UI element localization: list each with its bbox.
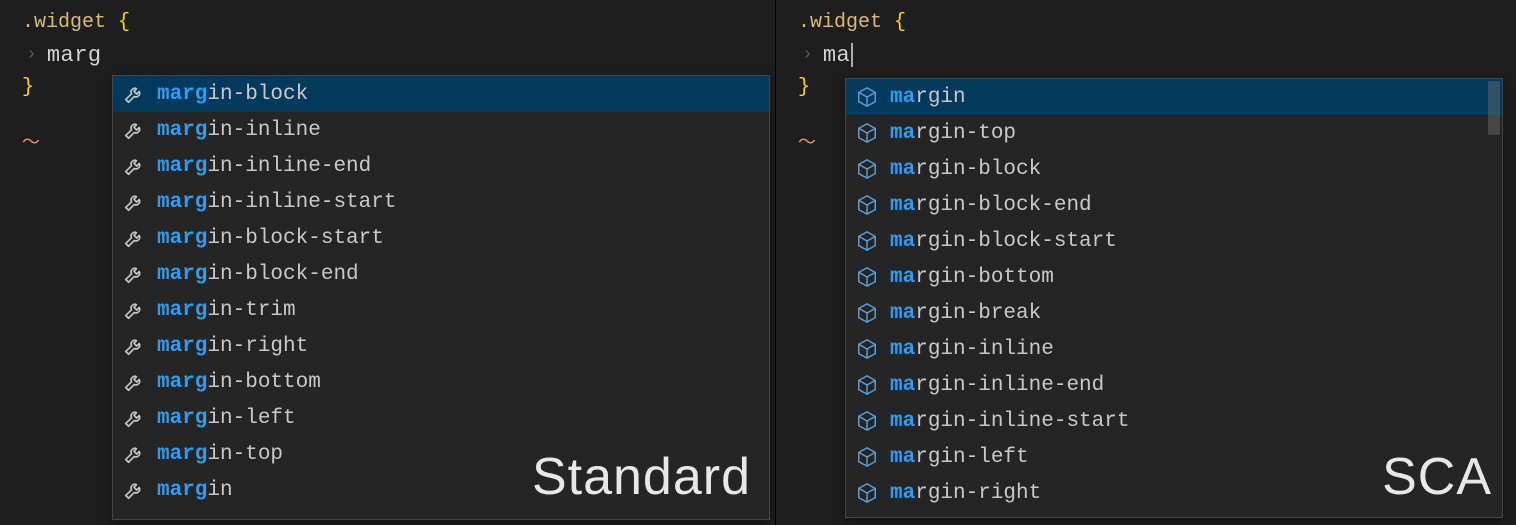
cube-icon (856, 410, 878, 432)
chevron-right-icon: › (26, 45, 37, 65)
cube-icon (856, 302, 878, 324)
suggestion-label: margin-block (157, 83, 308, 106)
suggestion-label: margin-block (890, 158, 1041, 181)
suggestion-label: margin (157, 479, 233, 502)
cube-icon (856, 230, 878, 252)
wrench-icon (123, 443, 145, 465)
cube-icon (856, 446, 878, 468)
wrench-icon (123, 299, 145, 321)
suggestion-label: margin-block-end (890, 194, 1092, 217)
suggestion-item[interactable]: margin-break (846, 295, 1502, 331)
wrench-icon (123, 119, 145, 141)
suggestion-label: margin-inline-end (157, 155, 371, 178)
wrench-icon (123, 155, 145, 177)
suggestion-label: margin-trim (157, 299, 296, 322)
suggestion-item[interactable]: margin-inline-end (846, 367, 1502, 403)
typed-text: marg (47, 43, 102, 68)
chevron-right-icon: › (802, 45, 813, 65)
suggestion-item[interactable]: margin-inline-start (846, 403, 1502, 439)
close-brace: } (22, 76, 34, 99)
suggestion-label: margin-left (157, 407, 296, 430)
suggestion-item[interactable]: margin-block (846, 151, 1502, 187)
suggestion-label: margin-inline (157, 119, 321, 142)
typed-input-row[interactable]: › marg (0, 38, 775, 72)
suggestion-label: margin-inline-start (890, 410, 1129, 433)
cube-icon (856, 374, 878, 396)
suggestion-label: margin-block-start (157, 227, 384, 250)
wrench-icon (123, 371, 145, 393)
suggestion-item[interactable]: margin-inline (113, 112, 769, 148)
css-selector: .widget (22, 11, 106, 34)
suggestion-label: margin-top (890, 122, 1016, 145)
suggestion-label: margin-top (157, 443, 283, 466)
suggestion-item[interactable]: margin-inline-start (113, 184, 769, 220)
suggestion-label: margin-block-start (890, 230, 1117, 253)
wrench-icon (123, 83, 145, 105)
code-line-1: .widget { (776, 6, 1516, 38)
suggestion-item[interactable]: margin-block (113, 76, 769, 112)
open-brace: { (106, 11, 130, 34)
cube-icon (856, 86, 878, 108)
wrench-icon (123, 407, 145, 429)
wrench-icon (123, 191, 145, 213)
suggestion-item[interactable]: margin (846, 79, 1502, 115)
suggestion-label: margin-bottom (157, 371, 321, 394)
cube-icon (856, 482, 878, 504)
suggestion-label: margin-right (157, 335, 308, 358)
pane-standard: .widget { › marg } 〜 margin-block margin-… (0, 0, 776, 525)
typed-text: ma (823, 43, 850, 68)
pane-sca: .widget { › ma } 〜 margin margin-top margi… (776, 0, 1516, 525)
suggestion-item[interactable]: margin-block-end (113, 256, 769, 292)
cube-icon (856, 122, 878, 144)
suggestion-item[interactable]: margin-left (113, 400, 769, 436)
suggestion-label: margin-left (890, 446, 1029, 469)
suggestion-item[interactable]: margin-trim (113, 292, 769, 328)
wrench-icon (123, 335, 145, 357)
open-brace: { (882, 11, 906, 34)
cube-icon (856, 266, 878, 288)
suggestion-item[interactable]: margin-block-start (113, 220, 769, 256)
error-squiggle-icon: 〜 (798, 128, 816, 154)
suggestion-item[interactable]: margin-bottom (113, 364, 769, 400)
suggestion-label: margin-inline-end (890, 374, 1104, 397)
suggestion-item[interactable]: margin-inline-end (113, 148, 769, 184)
cube-icon (856, 338, 878, 360)
cube-icon (856, 194, 878, 216)
suggestion-item[interactable]: margin-block-end (846, 187, 1502, 223)
close-brace: } (798, 76, 810, 99)
css-selector: .widget (798, 11, 882, 34)
wrench-icon (123, 479, 145, 501)
wrench-icon (123, 263, 145, 285)
suggestion-item[interactable]: margin-block-start (846, 223, 1502, 259)
suggestion-label: margin-right (890, 482, 1041, 505)
suggestion-item[interactable]: margin-right (113, 328, 769, 364)
cube-icon (856, 158, 878, 180)
suggestion-label: margin-bottom (890, 266, 1054, 289)
suggestion-item[interactable]: margin-inline (846, 331, 1502, 367)
suggestion-label: margin-block-end (157, 263, 359, 286)
scrollbar-thumb[interactable] (1488, 81, 1500, 135)
watermark-label-left: Standard (532, 447, 751, 507)
suggestion-item[interactable]: margin-top (846, 115, 1502, 151)
suggestion-label: margin-break (890, 302, 1041, 325)
code-line-1: .widget { (0, 6, 775, 38)
text-cursor (851, 43, 853, 67)
suggestion-label: margin-inline-start (157, 191, 396, 214)
error-squiggle-icon: 〜 (22, 128, 40, 154)
suggestion-label: margin (890, 86, 966, 109)
watermark-label-right: SCA (1382, 447, 1492, 507)
suggestion-item[interactable]: margin-bottom (846, 259, 1502, 295)
wrench-icon (123, 227, 145, 249)
suggestion-label: margin-inline (890, 338, 1054, 361)
typed-input-row[interactable]: › ma (776, 38, 1516, 72)
